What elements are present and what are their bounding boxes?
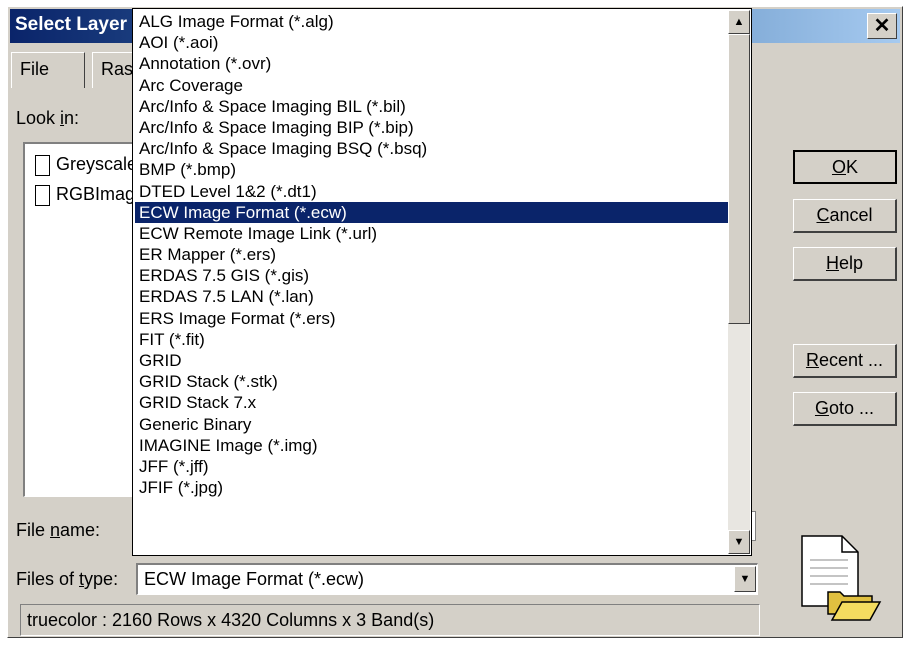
list-item[interactable]: RGBImage [35,184,145,206]
recent-button[interactable]: Recent ... [793,344,897,378]
dropdown-option[interactable]: Arc/Info & Space Imaging BIL (*.bil) [135,96,729,117]
close-button[interactable]: ✕ [867,13,897,39]
list-item[interactable]: Greyscale [35,154,137,176]
dropdown-option[interactable]: BMP (*.bmp) [135,159,729,180]
document-icon [35,154,50,176]
scroll-down-button[interactable]: ▼ [728,530,750,554]
dropdown-option[interactable]: GRID Stack 7.x [135,392,729,413]
chevron-down-icon: ▼ [739,573,751,585]
dropdown-options: ALG Image Format (*.alg) AOI (*.aoi) Annot… [135,11,729,498]
dropdown-option[interactable]: IMAGINE Image (*.img) [135,435,729,456]
files-of-type-select[interactable]: ECW Image Format (*.ecw) ▼ [136,563,758,595]
goto-button[interactable]: Goto ... [793,392,897,426]
close-icon: ✕ [873,15,891,37]
dropdown-option[interactable]: Generic Binary [135,414,729,435]
dropdown-option[interactable]: Arc Coverage [135,75,729,96]
dropdown-option[interactable]: GRID [135,350,729,371]
dropdown-option[interactable]: ECW Image Format (*.ecw) [135,201,729,223]
dropdown-option[interactable]: DTED Level 1&2 (*.dt1) [135,181,729,202]
status-bar: truecolor : 2160 Rows x 4320 Columns x 3… [20,604,760,636]
dropdown-option[interactable]: ERDAS 7.5 GIS (*.gis) [135,265,729,286]
dropdown-option[interactable]: ERS Image Format (*.ers) [135,308,729,329]
files-of-type-label: Files of type: [16,569,119,589]
dropdown-option[interactable]: Annotation (*.ovr) [135,53,729,74]
scroll-down-icon: ▼ [733,536,745,548]
dropdown-option[interactable]: AOI (*.aoi) [135,32,729,53]
file-type-dropdown-list[interactable]: ALG Image Format (*.alg) AOI (*.aoi) Annot… [132,8,752,556]
open-file-icon [801,535,882,621]
dropdown-option[interactable]: ECW Remote Image Link (*.url) [135,223,729,244]
scroll-up-button[interactable]: ▲ [728,10,750,34]
dropdown-option[interactable]: GRID Stack (*.stk) [135,371,729,392]
dropdown-option[interactable]: ERDAS 7.5 LAN (*.lan) [135,286,729,307]
help-button[interactable]: Help [793,247,897,281]
dropdown-option[interactable]: JFF (*.jff) [135,456,729,477]
scroll-thumb[interactable] [728,34,750,324]
scroll-up-icon: ▲ [733,16,745,28]
dropdown-option[interactable]: Arc/Info & Space Imaging BSQ (*.bsq) [135,138,729,159]
dropdown-scrollbar[interactable]: ▲ ▼ [728,10,750,554]
cancel-button[interactable]: Cancel [793,199,897,233]
dropdown-option[interactable]: ALG Image Format (*.alg) [135,11,729,32]
dropdown-option[interactable]: Arc/Info & Space Imaging BIP (*.bip) [135,117,729,138]
document-icon [35,184,50,206]
dropdown-option[interactable]: JFIF (*.jpg) [135,477,729,498]
combo-dropdown-button[interactable]: ▼ [734,566,756,592]
ok-button[interactable]: OK [793,150,897,184]
files-of-type-value: ECW Image Format (*.ecw) [144,569,365,589]
dropdown-option[interactable]: FIT (*.fit) [135,329,729,350]
tab-file[interactable]: File [11,52,85,88]
look-in-label: Look in: [16,108,80,128]
file-name-label: File name: [16,520,101,540]
dropdown-option[interactable]: ER Mapper (*.ers) [135,244,729,265]
tab-file-label: File [20,59,50,79]
